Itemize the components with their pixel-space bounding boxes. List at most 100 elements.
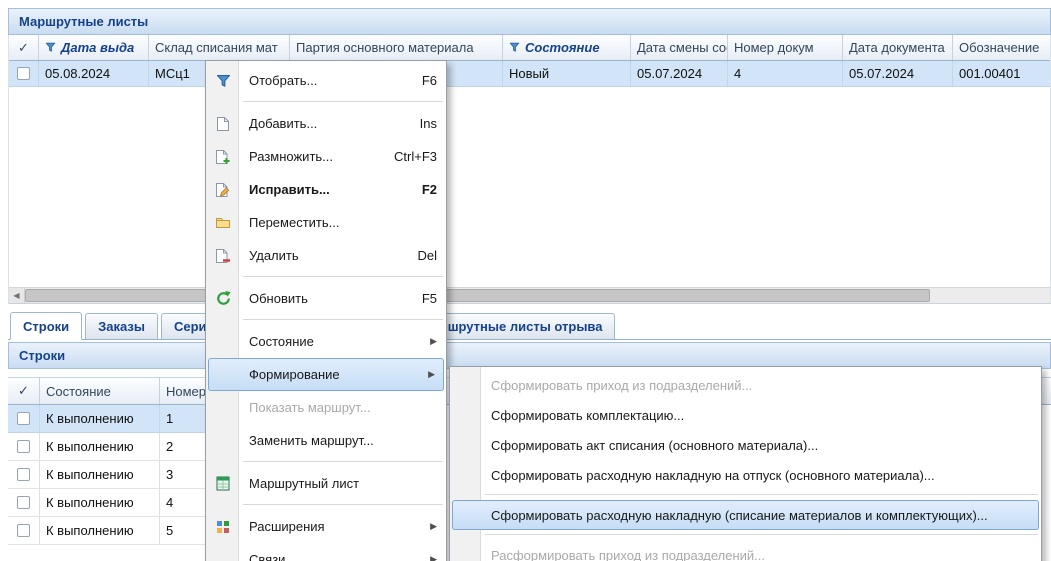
table-cell: К выполнению	[40, 433, 160, 460]
menu-item-shortcut: F5	[422, 291, 437, 306]
grid-empty-area	[9, 87, 1050, 287]
column-header-label: Дата смены сос	[637, 40, 728, 55]
tab-label: Маршрутные листы отрыва	[422, 319, 603, 334]
submenu-item-form-issue-invoice[interactable]: Сформировать расходную накладную на отпу…	[450, 460, 1041, 490]
submenu-item-label: Сформировать приход из подразделений...	[491, 378, 752, 393]
menu-item-links[interactable]: Связи ▶	[206, 543, 446, 561]
table-cell: К выполнению	[40, 489, 160, 516]
row-checkbox[interactable]	[17, 412, 30, 425]
tab-label: Заказы	[98, 319, 145, 334]
horizontal-scrollbar: ◀	[9, 287, 1050, 303]
menu-item-state[interactable]: Состояние ▶	[206, 325, 446, 358]
submenu-item-form-kitting[interactable]: Сформировать комплектацию...	[450, 400, 1041, 430]
column-header-issue-date[interactable]: Дата выда	[39, 35, 149, 60]
menu-item-label: Маршрутный лист	[249, 476, 437, 491]
menu-item-move[interactable]: Переместить...	[206, 206, 446, 239]
table-row[interactable]: К выполнению 2	[8, 433, 221, 461]
filter-funnel-icon[interactable]	[509, 42, 520, 53]
column-header-doc-date[interactable]: Дата документа	[843, 35, 953, 60]
column-header-state-change-date[interactable]: Дата смены сос	[631, 35, 728, 60]
menu-item-label: Связи	[249, 552, 420, 561]
table-cell	[8, 489, 40, 516]
route-sheets-panel: Маршрутные листы ✓ Дата выда Склад списа…	[8, 8, 1051, 304]
menu-separator	[243, 276, 443, 277]
row-checkbox[interactable]	[17, 67, 30, 80]
table-cell	[9, 61, 39, 86]
menu-item-shortcut: Del	[417, 248, 437, 263]
menu-item-shortcut: F2	[422, 182, 437, 197]
column-header-doc-number[interactable]: Номер докум	[728, 35, 843, 60]
table-cell: К выполнению	[40, 461, 160, 488]
table-row[interactable]: К выполнению 4	[8, 489, 221, 517]
row-checkbox[interactable]	[17, 524, 30, 537]
extensions-icon	[213, 517, 233, 537]
menu-item-shortcut: F6	[422, 73, 437, 88]
menu-item-route-sheet[interactable]: Маршрутный лист	[206, 467, 446, 500]
column-header-batch[interactable]: Партия основного материала	[290, 35, 503, 60]
table-cell: Новый	[503, 61, 631, 86]
icon-placeholder	[213, 550, 233, 561]
table-cell: К выполнению	[40, 517, 160, 544]
menu-item-extensions[interactable]: Расширения ▶	[206, 510, 446, 543]
row-checkbox[interactable]	[17, 468, 30, 481]
menu-item-shortcut: Ins	[420, 116, 437, 131]
check-column-header[interactable]: ✓	[8, 378, 40, 404]
context-menu: Отобрать... F6 Добавить... Ins Размножит…	[205, 60, 447, 561]
table-cell: К выполнению	[40, 405, 160, 432]
column-header-row-state[interactable]: Состояние	[40, 378, 160, 404]
submenu-item-form-writeoff-act[interactable]: Сформировать акт списания (основного мат…	[450, 430, 1041, 460]
scroll-left-button[interactable]: ◀	[9, 288, 25, 303]
submenu-item-unform-incoming: Расформировать приход из подразделений..…	[450, 540, 1041, 561]
menu-item-edit[interactable]: Исправить... F2	[206, 173, 446, 206]
menu-item-duplicate[interactable]: Размножить... Ctrl+F3	[206, 140, 446, 173]
menu-item-shortcut: Ctrl+F3	[394, 149, 437, 164]
row-checkbox[interactable]	[17, 496, 30, 509]
column-header-label: Партия основного материала	[296, 40, 474, 55]
table-row[interactable]: К выполнению 5	[8, 517, 221, 545]
menu-item-formation[interactable]: Формирование ▶	[208, 358, 444, 391]
menu-item-label: Формирование	[249, 367, 418, 382]
scroll-thumb[interactable]	[25, 289, 930, 302]
tab-stroki[interactable]: Строки	[10, 312, 82, 340]
menu-item-filter[interactable]: Отобрать... F6	[206, 64, 446, 97]
menu-separator	[485, 494, 1038, 495]
table-cell	[8, 433, 40, 460]
column-header-designation[interactable]: Обозначение	[953, 35, 1050, 60]
menu-item-label: Исправить...	[249, 182, 412, 197]
tab-zakazy[interactable]: Заказы	[85, 313, 158, 339]
column-header-label: Номер	[166, 384, 206, 399]
table-cell	[8, 517, 40, 544]
menu-item-delete[interactable]: Удалить Del	[206, 239, 446, 272]
menu-item-add[interactable]: Добавить... Ins	[206, 107, 446, 140]
table-row[interactable]: 05.08.2024 МСц1 Новый 05.07.2024 4 05.07…	[9, 61, 1050, 87]
row-checkbox[interactable]	[17, 440, 30, 453]
submenu-item-label: Сформировать расходную накладную на отпу…	[491, 468, 935, 483]
table-cell	[8, 405, 40, 432]
menu-separator	[243, 461, 443, 462]
duplicate-document-icon	[213, 147, 233, 167]
column-header-warehouse[interactable]: Склад списания мат	[149, 35, 290, 60]
menu-item-replace-route[interactable]: Заменить маршрут...	[206, 424, 446, 457]
menu-item-label: Отобрать...	[249, 73, 412, 88]
spreadsheet-icon	[213, 474, 233, 494]
column-header-label: Обозначение	[959, 40, 1039, 55]
menu-item-label: Заменить маршрут...	[249, 433, 437, 448]
table-row[interactable]: К выполнению 1	[8, 405, 221, 433]
menu-item-refresh[interactable]: Обновить F5	[206, 282, 446, 315]
submenu-item-form-incoming: Сформировать приход из подразделений...	[450, 370, 1041, 400]
menu-item-label: Добавить...	[249, 116, 410, 131]
menu-item-label: Переместить...	[249, 215, 437, 230]
check-column-header[interactable]: ✓	[9, 35, 39, 60]
route-sheets-panel-header: Маршрутные листы	[8, 8, 1051, 35]
table-cell: 001.00401	[953, 61, 1050, 86]
filter-funnel-icon[interactable]	[45, 42, 56, 53]
table-row[interactable]: К выполнению 3	[8, 461, 221, 489]
menu-item-label: Расширения	[249, 519, 420, 534]
submenu-item-form-writeoff-invoice[interactable]: Сформировать расходную накладную (списан…	[452, 500, 1039, 530]
submenu-arrow-icon: ▶	[428, 369, 435, 380]
column-header-state[interactable]: Состояние	[503, 35, 631, 60]
rows-panel-header: Строки	[8, 342, 1051, 369]
submenu-item-label: Сформировать комплектацию...	[491, 408, 684, 423]
edit-document-icon	[213, 180, 233, 200]
column-header-label: Номер докум	[734, 40, 814, 55]
